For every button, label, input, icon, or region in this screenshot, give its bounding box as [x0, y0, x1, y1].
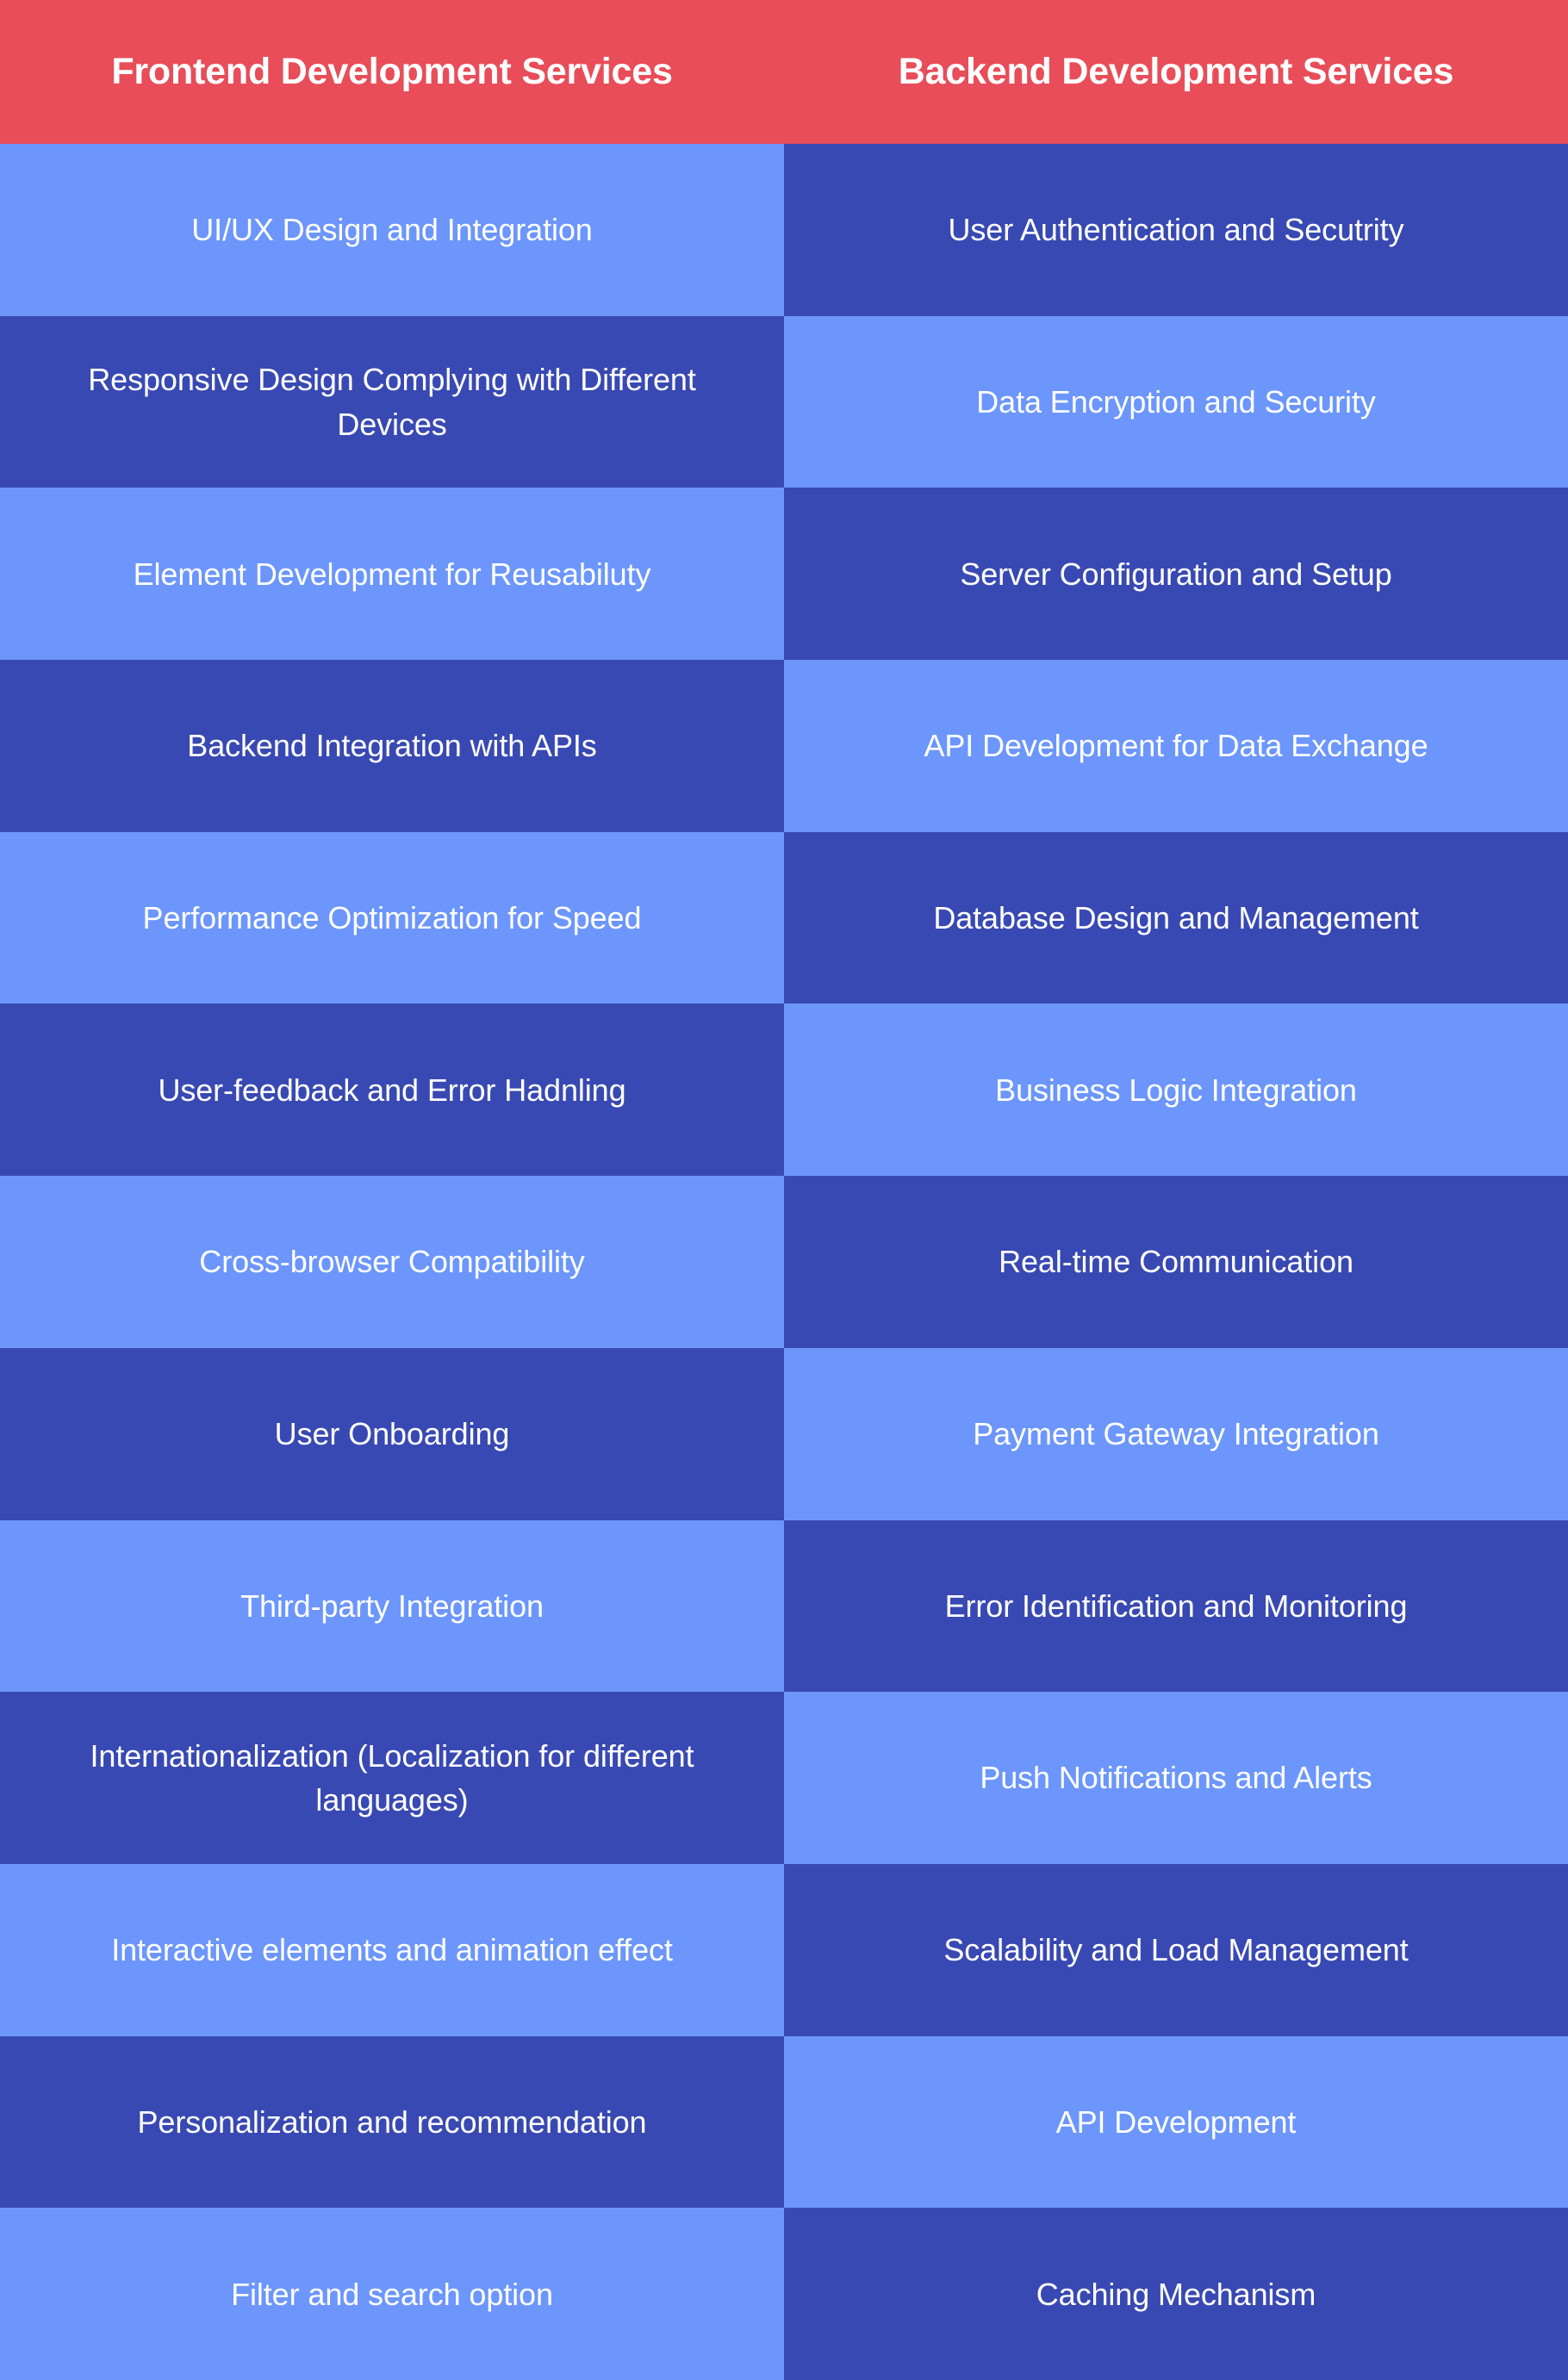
table-row: Personalization and recommendation API D…	[0, 2035, 1568, 2209]
cell-frontend: Responsive Design Complying with Differe…	[0, 315, 784, 488]
cell-backend: Data Encryption and Security	[784, 315, 1568, 488]
cell-backend: Caching Mechanism	[784, 2208, 1568, 2380]
cell-frontend: Backend Integration with APIs	[0, 660, 784, 832]
table-row: UI/UX Design and Integration User Authen…	[0, 144, 1568, 316]
cell-frontend-label: Internationalization (Localization for d…	[90, 1737, 694, 1818]
cell-frontend: Third-party Integration	[0, 1519, 784, 1693]
table-body: UI/UX Design and Integration User Authen…	[0, 144, 1568, 2380]
table-row: User Onboarding Payment Gateway Integrat…	[0, 1347, 1568, 1520]
cell-backend-label: Push Notifications and Alerts	[980, 1760, 1372, 1796]
cell-frontend-label: Filter and search option	[231, 2276, 553, 2312]
cell-frontend: Interactive elements and animation effec…	[0, 1863, 784, 2036]
cell-backend-label: Database Design and Management	[933, 900, 1419, 936]
cell-frontend: Internationalization (Localization for d…	[0, 1692, 784, 1864]
cell-frontend-label: Element Development for Reusabiluty	[133, 556, 651, 592]
cell-backend-label: Server Configuration and Setup	[960, 556, 1392, 592]
comparison-table: Frontend Development Services Backend De…	[0, 0, 1568, 2380]
table-row: Responsive Design Complying with Differe…	[0, 315, 1568, 488]
cell-backend-label: Real-time Communication	[999, 1244, 1353, 1280]
cell-backend: Real-time Communication	[784, 1176, 1568, 1348]
cell-backend: Business Logic Integration	[784, 1004, 1568, 1177]
cell-frontend-label: User-feedback and Error Hadnling	[158, 1072, 626, 1108]
cell-frontend-label: Cross-browser Compatibility	[199, 1244, 585, 1280]
cell-frontend-label: Personalization and recommendation	[137, 2103, 647, 2140]
column-header-frontend: Frontend Development Services	[0, 0, 784, 144]
cell-backend-label: Caching Mechanism	[1036, 2276, 1316, 2312]
cell-frontend-label: UI/UX Design and Integration	[191, 212, 593, 248]
cell-backend-label: Data Encryption and Security	[976, 383, 1376, 419]
cell-backend-label: User Authentication and Secutrity	[948, 212, 1404, 248]
cell-backend: User Authentication and Secutrity	[784, 144, 1568, 316]
cell-backend: Scalability and Load Management	[784, 1863, 1568, 2036]
cell-frontend-label: Interactive elements and animation effec…	[111, 1932, 673, 1968]
table-row: Cross-browser Compatibility Real-time Co…	[0, 1176, 1568, 1348]
cell-backend: Push Notifications and Alerts	[784, 1692, 1568, 1864]
table-row: Third-party Integration Error Identifica…	[0, 1519, 1568, 1693]
cell-backend-label: Scalability and Load Management	[943, 1932, 1409, 1968]
column-header-backend-label: Backend Development Services	[898, 50, 1454, 92]
table-header-row: Frontend Development Services Backend De…	[0, 0, 1568, 144]
cell-frontend-label: Backend Integration with APIs	[187, 728, 597, 764]
cell-frontend-label: Responsive Design Complying with Differe…	[88, 362, 696, 442]
cell-frontend: Filter and search option	[0, 2208, 784, 2380]
table-row: Interactive elements and animation effec…	[0, 1863, 1568, 2036]
cell-backend-label: API Development	[1055, 2103, 1297, 2140]
cell-frontend-label: Performance Optimization for Speed	[142, 900, 642, 936]
cell-frontend: Personalization and recommendation	[0, 2035, 784, 2209]
cell-backend: Payment Gateway Integration	[784, 1347, 1568, 1520]
cell-backend-label: API Development for Data Exchange	[924, 728, 1428, 764]
cell-backend-label: Payment Gateway Integration	[973, 1416, 1379, 1452]
cell-backend: Server Configuration and Setup	[784, 488, 1568, 661]
cell-frontend: User-feedback and Error Hadnling	[0, 1004, 784, 1177]
table-row: Element Development for Reusabiluty Serv…	[0, 488, 1568, 661]
cell-frontend: UI/UX Design and Integration	[0, 144, 784, 316]
cell-backend: Database Design and Management	[784, 831, 1568, 1004]
cell-backend-label: Business Logic Integration	[995, 1072, 1357, 1108]
cell-backend: API Development for Data Exchange	[784, 660, 1568, 832]
cell-frontend: User Onboarding	[0, 1347, 784, 1520]
cell-backend: Error Identification and Monitoring	[784, 1519, 1568, 1693]
cell-frontend: Cross-browser Compatibility	[0, 1176, 784, 1348]
table-row: User-feedback and Error Hadnling Busines…	[0, 1004, 1568, 1177]
table-row: Internationalization (Localization for d…	[0, 1692, 1568, 1864]
column-header-frontend-label: Frontend Development Services	[111, 50, 673, 92]
table-row: Filter and search option Caching Mechani…	[0, 2208, 1568, 2380]
cell-frontend: Performance Optimization for Speed	[0, 831, 784, 1004]
cell-frontend: Element Development for Reusabiluty	[0, 488, 784, 661]
table-row: Performance Optimization for Speed Datab…	[0, 831, 1568, 1004]
column-header-backend: Backend Development Services	[784, 0, 1568, 144]
table-row: Backend Integration with APIs API Develo…	[0, 660, 1568, 832]
cell-backend: API Development	[784, 2035, 1568, 2209]
cell-frontend-label: User Onboarding	[274, 1416, 510, 1452]
cell-backend-label: Error Identification and Monitoring	[944, 1588, 1408, 1624]
cell-frontend-label: Third-party Integration	[240, 1588, 544, 1624]
